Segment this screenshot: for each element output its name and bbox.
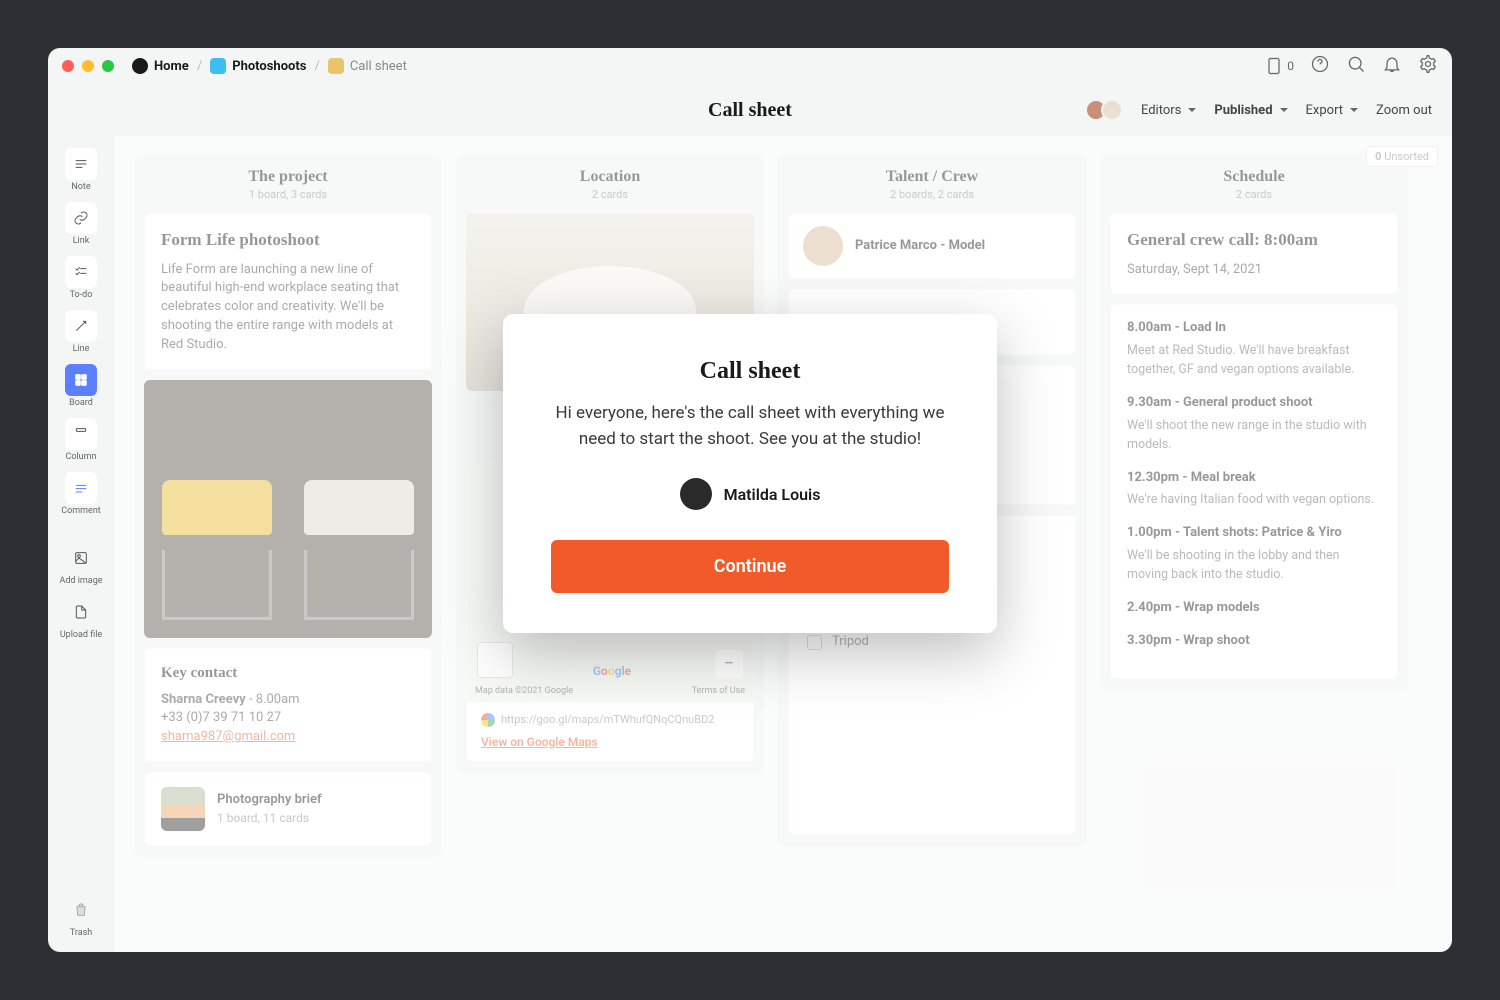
tool-column[interactable]: Column [48, 414, 114, 466]
search-icon[interactable] [1346, 54, 1366, 78]
published-dropdown[interactable]: Published [1214, 103, 1287, 118]
minimize-dot[interactable] [82, 60, 94, 72]
inbox-count[interactable]: 0 [1264, 56, 1294, 76]
modal-title: Call sheet [551, 358, 949, 385]
brief-thumb [161, 787, 205, 831]
schedule-heading-card[interactable]: General crew call: 8:00am Saturday, Sept… [1110, 213, 1398, 294]
zoom-out-button[interactable]: Zoom out [1376, 103, 1432, 118]
contact-card[interactable]: Key contact Sharna Creevy - 8.00am +33 (… [144, 648, 432, 762]
close-dot[interactable] [62, 60, 74, 72]
gear-icon[interactable] [1418, 54, 1438, 78]
crumb-photoshoots[interactable]: Photoshoots [210, 58, 306, 74]
brief-board-card[interactable]: Photography brief1 board, 11 cards [144, 772, 432, 846]
contact-email-link[interactable]: sharna987@gmail.com [161, 729, 295, 744]
tool-upload-file[interactable]: Upload file [48, 592, 114, 644]
schedule-item: 12.30pm - Meal breakWe're having Italian… [1127, 469, 1381, 511]
project-image[interactable] [144, 380, 432, 638]
crumb-callsheet[interactable]: Call sheet [328, 58, 407, 74]
column-schedule[interactable]: Schedule2 cards General crew call: 8:00a… [1100, 154, 1408, 691]
schedule-list-card[interactable]: 8.00am - Load InMeet at Red Studio. We'l… [1110, 304, 1398, 679]
map-url: https://goo.gl/maps/mTWhufQNqCQnuBD2 [481, 712, 739, 728]
avatar [680, 478, 712, 510]
tool-link[interactable]: Link [48, 198, 114, 250]
project-note-card[interactable]: Form Life photoshoot Life Form are launc… [144, 213, 432, 370]
map-zoom-out[interactable]: − [715, 650, 743, 678]
crumb-home[interactable]: Home [132, 58, 189, 74]
help-icon[interactable] [1310, 54, 1330, 78]
bell-icon[interactable] [1382, 54, 1402, 78]
maximize-dot[interactable] [102, 60, 114, 72]
schedule-item: 2.40pm - Wrap models [1127, 599, 1381, 618]
breadcrumb: Home / Photoshoots / Call sheet [132, 58, 407, 74]
person-card[interactable]: Patrice Marco - Model [788, 213, 1076, 279]
window-controls[interactable] [62, 60, 114, 72]
schedule-item: 9.30am - General product shootWe'll shoo… [1127, 394, 1381, 455]
schedule-item: 3.30pm - Wrap shoot [1127, 632, 1381, 651]
map-layer-toggle[interactable] [477, 642, 513, 678]
tool-todo[interactable]: To-do [48, 252, 114, 304]
checkbox-icon[interactable] [807, 635, 822, 650]
export-dropdown[interactable]: Export [1306, 103, 1359, 118]
column-project[interactable]: The project1 board, 3 cards Form Life ph… [134, 154, 442, 858]
unsorted-badge[interactable]: 0 Unsorted [1366, 146, 1438, 167]
tool-sidebar: Note Link To-do Line Board Column Commen… [48, 136, 114, 952]
page-title: Call sheet [708, 99, 792, 122]
modal-body: Hi everyone, here's the call sheet with … [551, 401, 949, 452]
welcome-modal: Call sheet Hi everyone, here's the call … [503, 314, 997, 633]
tool-board[interactable]: Board [48, 360, 114, 412]
google-icon [481, 713, 495, 727]
tool-line[interactable]: Line [48, 306, 114, 358]
modal-author: Matilda Louis [551, 478, 949, 510]
editors-dropdown[interactable]: Editors [1141, 103, 1196, 118]
map-link[interactable]: View on Google Maps [481, 734, 739, 751]
schedule-item: 1.00pm - Talent shots: Patrice & YiroWe'… [1127, 524, 1381, 585]
tool-trash[interactable]: Trash [48, 890, 114, 942]
editor-avatars[interactable] [1085, 99, 1123, 121]
tool-comment[interactable]: Comment [48, 468, 114, 520]
schedule-item: 8.00am - Load InMeet at Red Studio. We'l… [1127, 319, 1381, 380]
tool-add-image[interactable]: Add image [48, 538, 114, 590]
continue-button[interactable]: Continue [551, 540, 949, 593]
avatar [803, 226, 843, 266]
tool-note[interactable]: Note [48, 144, 114, 196]
